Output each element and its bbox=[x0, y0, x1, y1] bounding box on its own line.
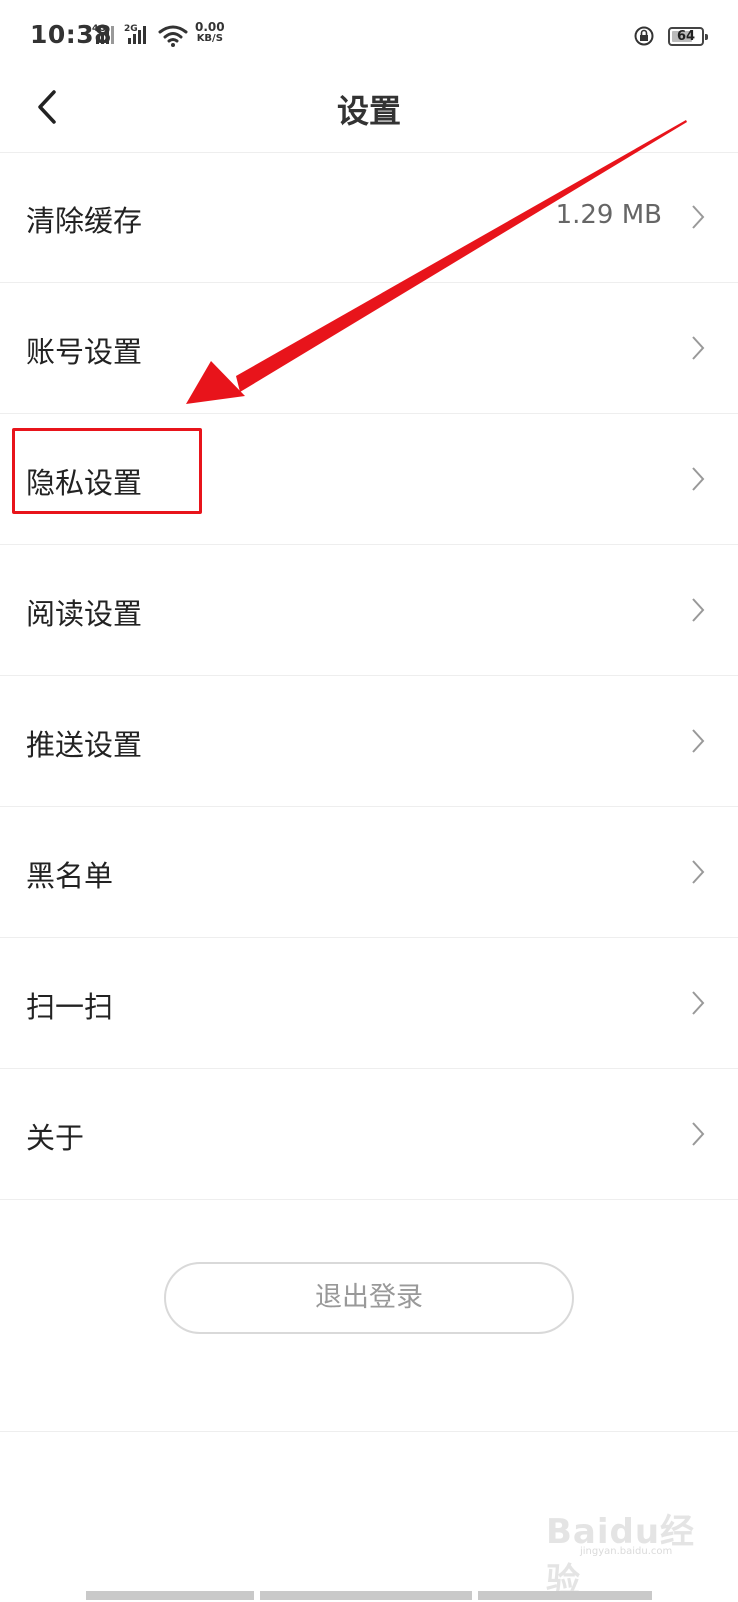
bottom-strip bbox=[86, 1591, 652, 1600]
menu-item-label: 关于 bbox=[26, 1121, 85, 1155]
sim2-label: 2G bbox=[124, 24, 138, 34]
watermark-sub-text: jingyan.baidu.com bbox=[580, 1546, 673, 1557]
settings-list: 清除缓存 1.29 MB 账号设置 隐私设置 阅读设置 推送设置 黑名单 扫一扫… bbox=[0, 152, 738, 1200]
cache-size-value: 1.29 MB bbox=[555, 200, 662, 230]
network-speed-value: 0.00 bbox=[195, 20, 225, 34]
menu-item-reading-settings[interactable]: 阅读设置 bbox=[0, 545, 738, 676]
menu-item-label: 阅读设置 bbox=[26, 597, 143, 631]
divider bbox=[0, 1431, 738, 1432]
menu-item-about[interactable]: 关于 bbox=[0, 1069, 738, 1200]
wifi-icon bbox=[158, 25, 188, 47]
network-speed-unit: KB/S bbox=[196, 33, 223, 44]
menu-item-label: 黑名单 bbox=[26, 859, 114, 893]
chevron-right-icon bbox=[692, 336, 705, 360]
status-bar: 10:38 4G 2G 0.00 KB/S 64 bbox=[0, 0, 738, 70]
menu-item-push-settings[interactable]: 推送设置 bbox=[0, 676, 738, 807]
signal-2g-icon: 2G bbox=[124, 24, 146, 44]
signal-4g-icon: 4G bbox=[92, 24, 114, 44]
nav-bar: 设置 bbox=[0, 70, 738, 153]
menu-item-label: 清除缓存 bbox=[26, 204, 143, 238]
chevron-right-icon bbox=[692, 205, 705, 229]
menu-item-label: 账号设置 bbox=[26, 335, 143, 369]
menu-item-account-settings[interactable]: 账号设置 bbox=[0, 283, 738, 414]
chevron-right-icon bbox=[692, 991, 705, 1015]
chevron-right-icon bbox=[692, 598, 705, 622]
battery-level: 64 bbox=[676, 29, 696, 44]
sim1-label: 4G bbox=[92, 24, 106, 34]
menu-item-clear-cache[interactable]: 清除缓存 1.29 MB bbox=[0, 152, 738, 283]
menu-item-scan[interactable]: 扫一扫 bbox=[0, 938, 738, 1069]
page-title: 设置 bbox=[336, 92, 401, 130]
menu-item-blacklist[interactable]: 黑名单 bbox=[0, 807, 738, 938]
menu-item-label: 推送设置 bbox=[26, 728, 143, 762]
chevron-right-icon bbox=[692, 729, 705, 753]
chevron-right-icon bbox=[692, 1122, 705, 1146]
logout-button[interactable]: 退出登录 bbox=[164, 1262, 574, 1334]
rotation-lock-icon bbox=[634, 26, 654, 46]
watermark-logo: Baidu经验 jingyan.baidu.com bbox=[540, 1502, 730, 1601]
chevron-right-icon bbox=[692, 860, 705, 884]
chevron-right-icon bbox=[692, 467, 705, 491]
menu-item-label: 扫一扫 bbox=[26, 990, 114, 1024]
menu-item-privacy-settings[interactable]: 隐私设置 bbox=[0, 414, 738, 545]
battery-icon: 64 bbox=[668, 27, 708, 46]
network-speed: 0.00 KB/S bbox=[195, 20, 225, 44]
menu-item-label: 隐私设置 bbox=[26, 466, 143, 500]
